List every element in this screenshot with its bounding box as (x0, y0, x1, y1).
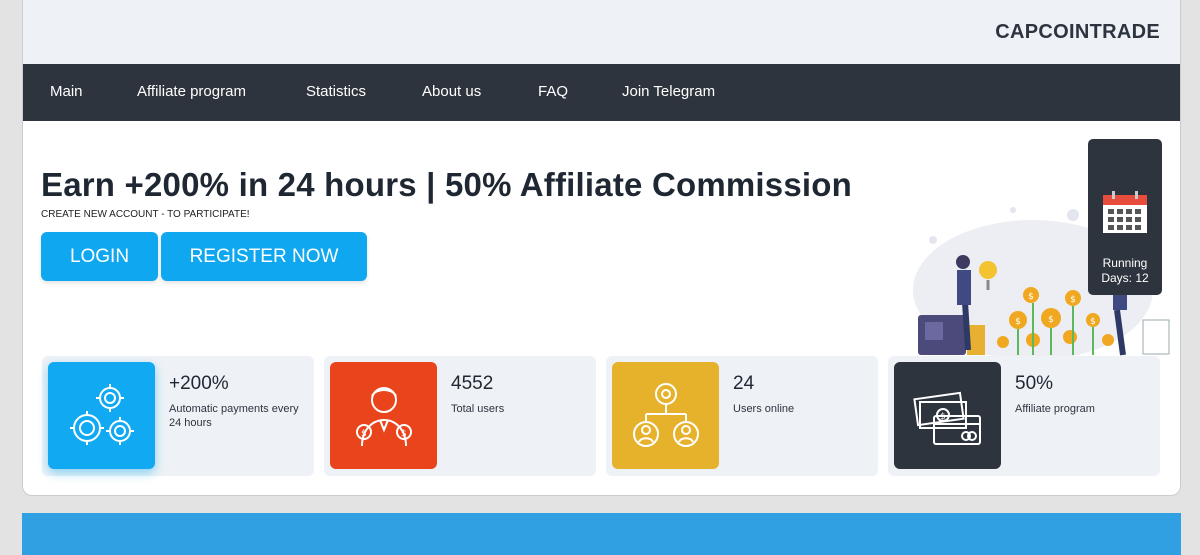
network-users-icon (632, 382, 699, 447)
stat-value-users-online: 24 (733, 373, 755, 394)
nav-join-telegram[interactable]: Join Telegram (622, 83, 715, 100)
stat-tile-users-online (612, 362, 719, 469)
svg-text:$: $ (361, 429, 367, 439)
hero-title: Earn +200% in 24 hours | 50% Affiliate C… (41, 166, 852, 203)
stat-tile-affiliate: $ (894, 362, 1001, 469)
nav-faq[interactable]: FAQ (538, 83, 568, 100)
register-button[interactable]: REGISTER NOW (161, 232, 367, 281)
calendar-icon (1103, 191, 1147, 233)
running-label: Running (1102, 256, 1148, 270)
stat-tile-payments (48, 362, 155, 469)
stat-value-total-users: 4552 (451, 373, 494, 394)
bottom-section-band (22, 513, 1181, 555)
svg-text:$: $ (1028, 292, 1034, 302)
stat-label-total-users: Total users (451, 403, 505, 415)
stat-label-affiliate: Affiliate program (1015, 403, 1095, 415)
login-button[interactable]: LOGIN (41, 232, 158, 281)
stat-card-affiliate: $ 50% Affiliate program (888, 356, 1160, 476)
stat-card-payments: +200% Automatic payments every 24 hours (42, 356, 314, 476)
main-card: CAPCOINTRADE Main Affiliate program Stat… (22, 0, 1181, 496)
nav-about-us[interactable]: About us (422, 83, 481, 100)
stat-card-users-online: 24 Users online (606, 356, 878, 476)
svg-text:$: $ (1048, 315, 1054, 325)
stat-card-total-users: $ $ 4552 Total users (324, 356, 596, 476)
stat-value-payments: +200% (169, 373, 229, 394)
money-card-icon: $ (912, 391, 981, 445)
stat-tile-total-users: $ $ (330, 362, 437, 469)
main-nav: Main Affiliate program Statistics About … (23, 64, 1180, 121)
stat-label-payments: Automatic payments every 24 hours (169, 403, 299, 429)
svg-text:$: $ (1070, 295, 1076, 305)
svg-text:$: $ (1015, 317, 1021, 327)
hero-subtitle: CREATE NEW ACCOUNT - TO PARTICIPATE! (41, 209, 250, 220)
running-days-badge: Running Days: 12 (1088, 139, 1162, 295)
nav-statistics[interactable]: Statistics (306, 83, 366, 100)
svg-text:$: $ (401, 429, 407, 439)
brand-logo[interactable]: CAPCOINTRADE (995, 21, 1160, 44)
nav-affiliate-program[interactable]: Affiliate program (137, 83, 246, 100)
running-days-value: Days: 12 (1101, 271, 1149, 285)
running-days-text: Running Days: 12 (1088, 256, 1162, 286)
stat-value-affiliate: 50% (1015, 373, 1054, 394)
investor-icon: $ $ (355, 386, 412, 446)
svg-text:$: $ (1090, 317, 1096, 327)
gears-dollar-icon (69, 383, 134, 445)
top-bar: CAPCOINTRADE (23, 0, 1180, 64)
stat-label-users-online: Users online (733, 403, 795, 415)
nav-main[interactable]: Main (50, 83, 83, 100)
